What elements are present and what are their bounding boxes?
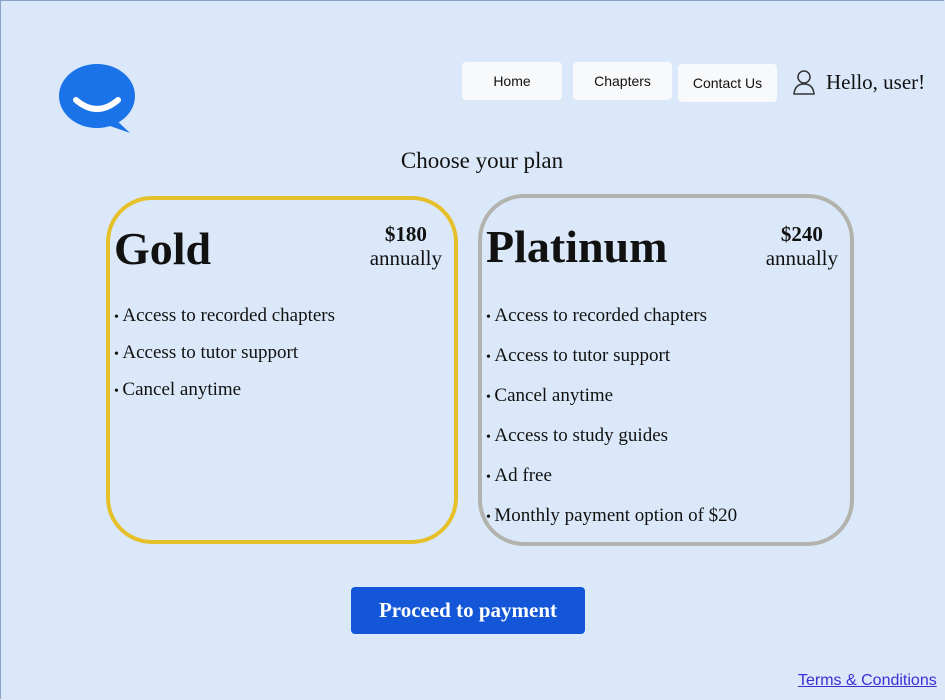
user-greeting: Hello, user! <box>826 69 926 94</box>
plan-price: $180 annually <box>370 222 442 270</box>
terms-link[interactable]: Terms & Conditions <box>798 672 937 690</box>
nav-contact-button[interactable]: Contact Us <box>678 64 777 102</box>
price-amount: $240 <box>780 222 823 246</box>
user-icon <box>793 70 815 95</box>
feature-list: Access to recorded chapters Access to tu… <box>114 306 335 417</box>
feature-item: Access to study guides <box>486 426 737 466</box>
plan-heading: Choose your plan <box>400 148 564 173</box>
nav-chapters-button[interactable]: Chapters <box>573 62 672 100</box>
feature-item: Ad free <box>486 466 737 506</box>
feature-item: Access to tutor support <box>486 346 737 386</box>
chat-bubble-smile-icon[interactable] <box>58 62 138 134</box>
nav-home-button[interactable]: Home <box>462 62 562 100</box>
feature-item: Cancel anytime <box>486 386 737 426</box>
plan-name: Gold <box>114 223 212 274</box>
feature-item: Cancel anytime <box>114 380 335 417</box>
proceed-to-payment-button[interactable]: Proceed to payment <box>351 587 585 634</box>
feature-item: Access to recorded chapters <box>114 306 335 343</box>
feature-item: Access to tutor support <box>114 343 335 380</box>
feature-item: Monthly payment option of $20 <box>486 506 737 546</box>
price-amount: $180 <box>384 222 427 246</box>
price-period: annually <box>369 246 442 270</box>
plan-price: $240 annually <box>766 222 838 270</box>
plan-name: Platinum <box>486 221 668 272</box>
feature-item: Access to recorded chapters <box>486 306 737 346</box>
feature-list: Access to recorded chapters Access to tu… <box>486 306 737 546</box>
user-menu[interactable]: Hello, user! <box>792 66 925 98</box>
plan-card-gold[interactable]: Gold $180 annually Access to recorded ch… <box>106 196 458 544</box>
price-period: annually <box>765 246 838 270</box>
plan-card-platinum[interactable]: Platinum $240 annually Access to recorde… <box>478 194 854 546</box>
